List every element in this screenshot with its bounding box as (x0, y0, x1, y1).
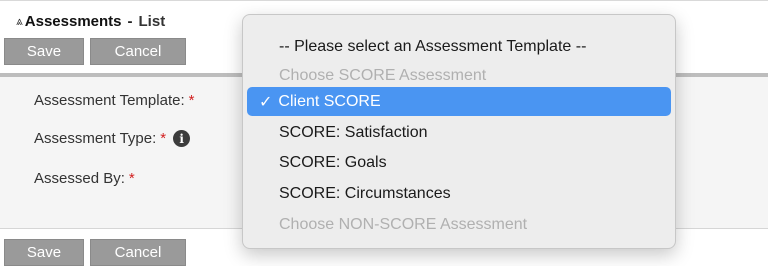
dropdown-option-score-goals[interactable]: SCORE: Goals (247, 148, 671, 177)
option-label: SCORE: Circumstances (279, 184, 451, 202)
collapse-chevron-icon[interactable]: ⩓ (16, 14, 23, 29)
title-separator: - (127, 12, 133, 30)
assessment-type-label: Assessment Type: (34, 130, 157, 147)
assessment-template-dropdown[interactable]: -- Please select an Assessment Template … (242, 14, 676, 249)
save-button[interactable]: Save (4, 38, 84, 65)
page-title: Assessments (24, 12, 122, 30)
top-divider (0, 0, 768, 1)
option-label: SCORE: Goals (279, 153, 387, 171)
required-marker: * (128, 170, 135, 187)
cancel-button[interactable]: Cancel (90, 38, 186, 65)
assessment-type-field-label: Assessment Type: * i (34, 130, 191, 147)
checkmark-icon: ✓ (259, 93, 273, 111)
dropdown-option-client-score[interactable]: ✓ Client SCORE (247, 87, 671, 116)
assessed-by-field-label: Assessed By: * (34, 170, 135, 187)
list-link[interactable]: List (139, 13, 166, 30)
dropdown-option-placeholder[interactable]: -- Please select an Assessment Template … (247, 32, 671, 61)
assessment-template-field-label: Assessment Template: * (34, 92, 194, 109)
dropdown-group-header-non-score: Choose NON-SCORE Assessment (247, 210, 671, 239)
option-label: SCORE: Satisfaction (279, 123, 428, 141)
option-label: -- Please select an Assessment Template … (279, 37, 587, 55)
page-header: ⩓ Assessments - List (16, 12, 165, 30)
dropdown-group-header-score: Choose SCORE Assessment (247, 61, 671, 90)
required-marker: * (160, 130, 167, 147)
cancel-button-bottom[interactable]: Cancel (90, 239, 186, 266)
assessment-template-label: Assessment Template: (34, 92, 185, 109)
save-button-bottom[interactable]: Save (4, 239, 84, 266)
required-marker: * (188, 92, 195, 109)
assessed-by-label: Assessed By: (34, 170, 125, 187)
dropdown-option-score-circumstances[interactable]: SCORE: Circumstances (247, 179, 671, 208)
dropdown-option-score-satisfaction[interactable]: SCORE: Satisfaction (247, 118, 671, 147)
option-label: Choose NON-SCORE Assessment (279, 215, 528, 233)
option-label: Client SCORE (278, 92, 381, 110)
info-icon[interactable]: i (173, 130, 191, 147)
option-label: Choose SCORE Assessment (279, 66, 487, 84)
